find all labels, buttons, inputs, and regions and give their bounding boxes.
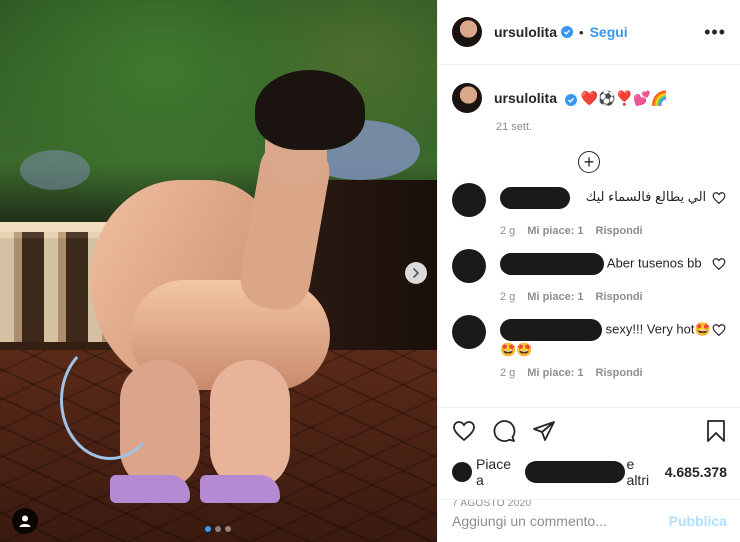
comment-icon[interactable] (492, 419, 516, 443)
comment-text: Aber tusenos bb (606, 255, 702, 271)
avatar[interactable] (452, 315, 486, 349)
heart-icon[interactable] (452, 419, 476, 443)
avatar[interactable] (452, 249, 486, 283)
plus-circle-icon[interactable]: + (578, 151, 600, 173)
user-tag-icon (19, 515, 31, 527)
comment-age: 2 g (500, 367, 516, 379)
add-comment-bar: Pubblica (438, 499, 740, 542)
separator: • (579, 24, 584, 40)
comment-item: Aber tusenos bb 2 g Mi piace: 1 Rispondi (452, 249, 726, 303)
post-caption: ursulolita ❤️⚽️❣️💕🌈 21 sett. (438, 65, 740, 133)
reply-button[interactable]: Rispondi (596, 225, 643, 237)
caption-username[interactable]: ursulolita (494, 90, 557, 106)
likes-summary[interactable]: Piace a e altri 4.685.378 (452, 456, 727, 488)
caption-date: 21 sett. (496, 121, 533, 133)
publish-button[interactable]: Pubblica (669, 513, 727, 529)
comment-likes[interactable]: Mi piace: 1 (527, 225, 583, 237)
bookmark-icon[interactable] (705, 419, 727, 443)
heart-icon[interactable] (712, 323, 726, 337)
carousel-dot (205, 526, 211, 532)
caption-text: ❤️⚽️❣️💕🌈 (580, 89, 668, 106)
post-header: ursulolita • Segui ••• (438, 0, 740, 65)
post-modal: ursulolita • Segui ••• ursulolita ❤️⚽️❣️… (0, 0, 740, 542)
heart-icon[interactable] (712, 191, 726, 205)
comment-item: الي يطالع فالسماء ليك 2 g Mi piace: 1 Ri… (452, 183, 726, 237)
comment-item: sexy!!! Very hot🤩🤩🤩 2 g Mi piace: 1 Risp… (452, 315, 726, 379)
avatar (452, 462, 472, 482)
verified-icon (561, 26, 574, 38)
post-sidebar: ursulolita • Segui ••• ursulolita ❤️⚽️❣️… (437, 0, 740, 542)
load-more-comments[interactable]: + (438, 151, 740, 173)
comment-likes[interactable]: Mi piace: 1 (527, 367, 583, 379)
comment-input[interactable] (452, 513, 669, 529)
post-actions: Piace a e altri 4.685.378 7 AGOSTO 2020 (438, 407, 740, 509)
more-icon[interactable]: ••• (704, 23, 726, 41)
avatar[interactable] (452, 17, 482, 47)
redacted-username (500, 253, 604, 275)
carousel-next-button[interactable] (405, 262, 427, 284)
carousel-dot (225, 526, 231, 532)
redacted-username (500, 187, 570, 209)
verified-icon (564, 93, 577, 106)
redacted-username (524, 461, 625, 483)
likes-count[interactable]: 4.685.378 (665, 464, 727, 480)
reply-button[interactable]: Rispondi (596, 367, 643, 379)
tagged-users-button[interactable] (12, 508, 38, 534)
share-icon[interactable] (532, 419, 556, 443)
carousel-indicator (205, 526, 231, 532)
comment-likes[interactable]: Mi piace: 1 (527, 291, 583, 303)
post-image[interactable] (0, 0, 437, 542)
photo-subject (60, 70, 365, 510)
likes-suffix: e altri (626, 456, 650, 488)
comment-text: الي يطالع فالسماء ليك (585, 189, 707, 205)
comment-age: 2 g (500, 291, 516, 303)
comments-list: الي يطالع فالسماء ليك 2 g Mi piace: 1 Ri… (438, 173, 740, 379)
heart-icon[interactable] (712, 257, 726, 271)
likes-prefix: Piace a (475, 456, 512, 488)
avatar[interactable] (452, 83, 482, 113)
carousel-dot (215, 526, 221, 532)
author-username[interactable]: ursulolita (494, 24, 557, 40)
chevron-right-icon (413, 268, 420, 278)
comment-age: 2 g (500, 225, 516, 237)
avatar[interactable] (452, 183, 486, 217)
redacted-username (500, 319, 602, 341)
follow-button[interactable]: Segui (590, 24, 628, 40)
reply-button[interactable]: Rispondi (596, 291, 643, 303)
